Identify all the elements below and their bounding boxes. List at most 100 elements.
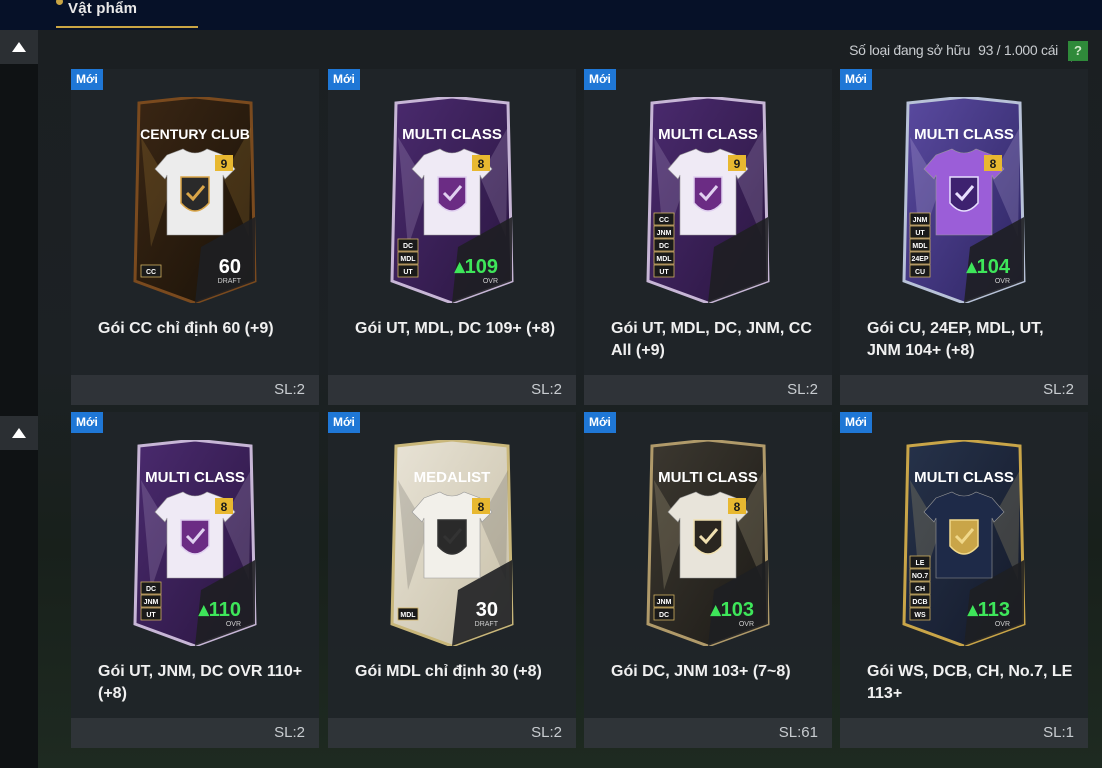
class-tag: CC (659, 217, 669, 224)
quantity-bar: SL:2 (328, 718, 576, 748)
badge-emblem-icon (180, 176, 210, 212)
left-rail (0, 30, 38, 768)
pack-card-title: MULTI CLASS (658, 469, 758, 486)
pack-rating: ▴103 (710, 599, 754, 621)
pack-card-title: MULTI CLASS (658, 126, 758, 143)
item-card[interactable]: Mới MULTI CLASS LE NO.7 CH DCB WS ▴113 OVR Gói WS… (840, 412, 1088, 748)
quantity-bar: SL:2 (328, 375, 576, 405)
new-badge: Mới (840, 412, 872, 433)
pack-level: 8 (478, 500, 485, 514)
item-name: Gói DC, JNM 103+ (7~8) (611, 663, 791, 680)
class-tag: UT (403, 269, 413, 276)
pack-card-title: MULTI CLASS (914, 469, 1014, 486)
item-name: Gói MDL chỉ định 30 (+8) (355, 663, 542, 680)
class-tag: NO.7 (912, 573, 928, 580)
tab-active-underline (56, 26, 198, 28)
pack-rating-label: OVR (739, 621, 754, 628)
pack-rating: 60 (219, 256, 241, 278)
class-tag: DC (146, 586, 156, 593)
pack-card-image: MULTI CLASS 9 CC JNM DC MDL UT (646, 97, 770, 303)
new-badge: Mới (328, 412, 360, 433)
pack-level: 8 (478, 157, 485, 171)
item-card[interactable]: Mới MULTI CLASS 8 JNM DC ▴103 OVR Gói DC, JNM 1… (584, 412, 832, 748)
item-name: Gói UT, MDL, DC 109+ (+8) (355, 320, 556, 337)
class-tag: JNM (657, 230, 672, 237)
badge-emblem-icon (693, 519, 723, 555)
ownership-label: Số loại đang sở hữu (849, 42, 971, 58)
new-badge: Mới (71, 412, 103, 433)
pack-card-image: MULTI CLASS 8 JNM DC ▴103OVR (646, 440, 770, 646)
item-name: Gói UT, MDL, DC, JNM, CC All (+9) (611, 320, 812, 359)
item-quantity: SL:2 (274, 724, 305, 741)
tab-indicator-dot (56, 0, 63, 5)
ownership-info: Số loại đang sở hữu 93 / 1.000 cái (849, 42, 1058, 58)
pack-card-title: CENTURY CLUB (140, 126, 250, 142)
pack-card-title: MEDALIST (414, 469, 491, 486)
collapse-row-1-button[interactable] (0, 30, 38, 64)
item-quantity: SL:2 (787, 381, 818, 398)
item-card[interactable]: Mới MULTI CLASS 9 CC JNM DC MDL UT Gói UT, MDL, … (584, 69, 832, 405)
class-tag: DC (403, 243, 413, 250)
item-quantity: SL:2 (531, 724, 562, 741)
pack-card-title: MULTI CLASS (145, 469, 245, 486)
pack-level: 9 (221, 157, 228, 171)
badge-emblem-icon (693, 176, 723, 212)
item-name: Gói CU, 24EP, MDL, UT, JNM 104+ (+8) (867, 320, 1044, 359)
item-card[interactable]: Mới MULTI CLASS 8 JNM UT MDL 24EP CU ▴104 OVR Gói … (840, 69, 1088, 405)
new-badge: Mới (840, 69, 872, 90)
class-tag: MDL (656, 256, 672, 263)
pack-rating: 30 (476, 599, 498, 621)
top-bar: Vật phẩm (0, 0, 1102, 30)
item-quantity: SL:2 (274, 381, 305, 398)
class-tag: 24EP (911, 256, 928, 263)
ownership-value: 93 / 1.000 cái (978, 42, 1058, 58)
pack-rating-label: DRAFT (475, 621, 499, 628)
badge-emblem-icon (949, 519, 979, 555)
class-tag: CU (915, 269, 925, 276)
quantity-bar: SL:1 (840, 718, 1088, 748)
tab-items[interactable]: Vật phẩm (68, 0, 137, 17)
class-tag: UT (146, 612, 156, 619)
class-tag: DCB (912, 599, 927, 606)
item-quantity: SL:2 (531, 381, 562, 398)
class-tag: CH (915, 586, 925, 593)
item-quantity: SL:61 (778, 724, 818, 741)
pack-card-image: CENTURY CLUB 9 CC 60DRAFT (133, 97, 257, 303)
item-name: Gói WS, DCB, CH, No.7, LE 113+ (867, 663, 1073, 702)
pack-rating-label: OVR (995, 278, 1010, 285)
item-card[interactable]: Mới MULTI CLASS 8 DC JNM UT ▴110 OVR Gói UT, JNM… (71, 412, 319, 748)
class-tag: CC (146, 269, 156, 276)
class-tag: WS (914, 612, 926, 619)
item-name: Gói UT, JNM, DC OVR 110+ (+8) (98, 663, 303, 702)
class-tag: JNM (657, 599, 672, 606)
triangle-up-icon (12, 428, 26, 438)
pack-rating: ▴104 (966, 256, 1011, 278)
quantity-bar: SL:2 (840, 375, 1088, 405)
pack-card-title: MULTI CLASS (914, 126, 1014, 143)
pack-level: 9 (734, 157, 741, 171)
item-card[interactable]: Mới MULTI CLASS 8 DC MDL UT ▴109 OVR Gói UT, MDL… (328, 69, 576, 405)
pack-card-image: MEDALIST 8 MDL 30DRAFT (390, 440, 514, 646)
class-tag: MDL (400, 256, 416, 263)
collapse-row-2-button[interactable] (0, 416, 38, 450)
badge-emblem-icon (180, 519, 210, 555)
new-badge: Mới (328, 69, 360, 90)
item-card[interactable]: Mới MEDALIST 8 MDL 30 DRAFT Gói MDL chỉ định 3… (328, 412, 576, 748)
pack-rating-label: OVR (226, 621, 241, 628)
new-badge: Mới (584, 69, 616, 90)
item-card[interactable]: Mới CENTURY CLUB 9 CC 60 DRAFT Gói CC chỉ định… (71, 69, 319, 405)
item-quantity: SL:1 (1043, 724, 1074, 741)
quantity-bar: SL:61 (584, 718, 832, 748)
quantity-bar: SL:2 (71, 375, 319, 405)
pack-rating: ▴113 (967, 599, 1010, 621)
triangle-up-icon (12, 42, 26, 52)
quantity-bar: SL:2 (584, 375, 832, 405)
badge-emblem-icon (437, 519, 467, 555)
badge-emblem-icon (437, 176, 467, 212)
pack-level: 8 (221, 500, 228, 514)
pack-card-title: MULTI CLASS (402, 126, 502, 143)
help-button[interactable]: ? (1068, 41, 1088, 61)
class-tag: UT (659, 269, 669, 276)
pack-card-image: MULTI CLASS LE NO.7 CH DCB WS ▴113OVR (902, 440, 1026, 646)
item-quantity: SL:2 (1043, 381, 1074, 398)
